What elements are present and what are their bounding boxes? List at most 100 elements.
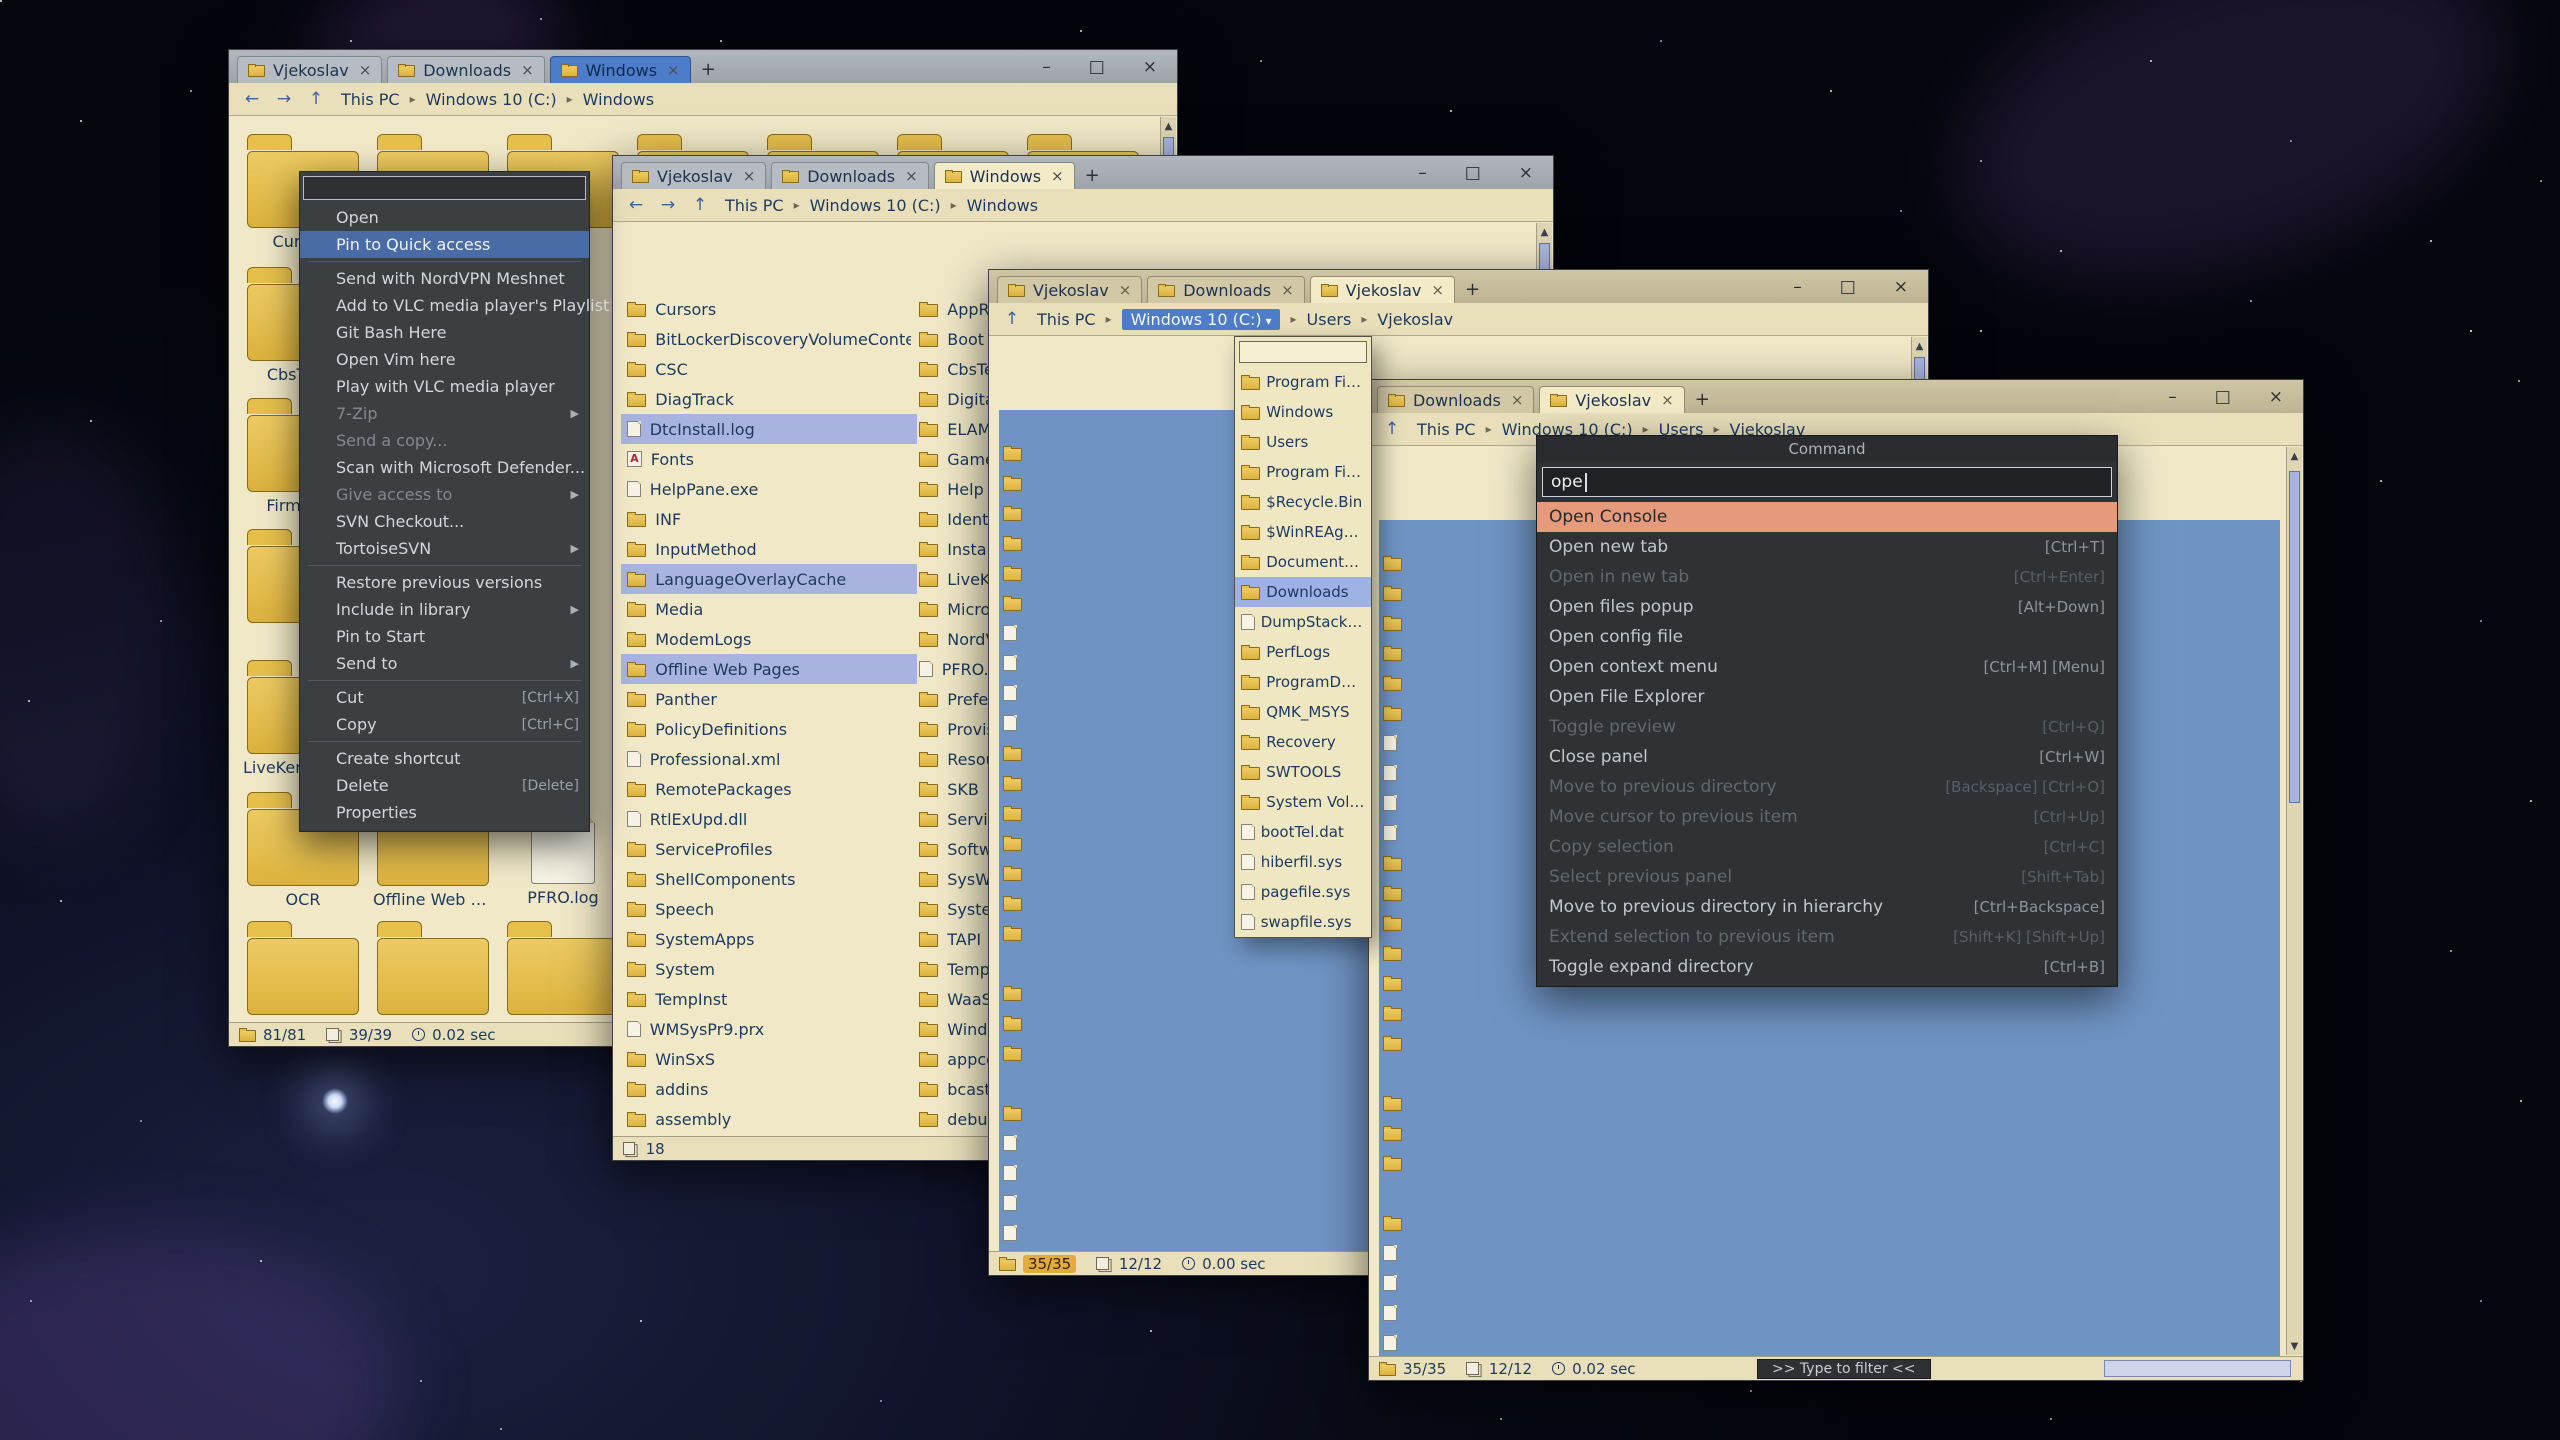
new-tab-button[interactable]: +: [691, 59, 726, 83]
file-row[interactable]: TempInst: [621, 984, 917, 1014]
menu-item[interactable]: Give access to ▶: [300, 481, 589, 508]
drive-item[interactable]: bootTel.dat: [1235, 817, 1371, 847]
tab[interactable]: Downloads ×: [1377, 386, 1534, 413]
scroll-up-icon[interactable]: ▲: [1912, 337, 1927, 355]
drive-item[interactable]: System Volume Information: [1235, 787, 1371, 817]
title-bar[interactable]: Downloads × Vjekoslav × + – □ ×: [1369, 380, 2303, 413]
menu-item[interactable]: Send a copy...: [300, 427, 589, 454]
maximize-button[interactable]: □: [1840, 277, 1856, 297]
tab-close-icon[interactable]: ×: [1511, 391, 1524, 409]
drive-item[interactable]: Users: [1235, 427, 1371, 457]
forward-button[interactable]: →: [655, 193, 681, 217]
file-row[interactable]: Speech: [621, 894, 917, 924]
tab[interactable]: Downloads ×: [771, 162, 928, 189]
title-bar[interactable]: Vjekoslav × Downloads × Windows × + – □ …: [613, 156, 1553, 189]
minimize-button[interactable]: –: [1042, 57, 1051, 77]
drive-item[interactable]: Recovery: [1235, 727, 1371, 757]
menu-item[interactable]: Delete [Delete]: [300, 772, 589, 799]
drive-item[interactable]: Program Files (x86): [1235, 457, 1371, 487]
palette-item[interactable]: Toggle expand directory [Ctrl+B]: [1537, 952, 2117, 982]
menu-filter-input[interactable]: [303, 176, 586, 200]
title-bar[interactable]: Vjekoslav × Downloads × Vjekoslav × + – …: [989, 270, 1928, 303]
file-row[interactable]: Offline Web Pages: [621, 654, 917, 684]
file-row[interactable]: SystemApps: [621, 924, 917, 954]
menu-item[interactable]: Add to VLC media player's Playlist: [300, 292, 589, 319]
tab[interactable]: Windows ×: [934, 162, 1075, 189]
file-row[interactable]: WMSysPr9.prx: [621, 1014, 917, 1044]
tab[interactable]: Vjekoslav ×: [621, 162, 766, 189]
file-row[interactable]: INF: [621, 504, 917, 534]
drive-item[interactable]: swapfile.sys: [1235, 907, 1371, 937]
filter-input[interactable]: >> Type to filter <<: [1757, 1359, 1931, 1379]
drive-item[interactable]: PerfLogs: [1235, 637, 1371, 667]
file-row[interactable]: WinSxS: [621, 1044, 917, 1074]
dropdown-filter-input[interactable]: [1239, 341, 1367, 363]
folder-item[interactable]: PrintDialog: [501, 919, 625, 1022]
breadcrumb-segment[interactable]: Windows: [583, 90, 654, 109]
palette-item[interactable]: Open Console: [1537, 502, 2117, 532]
tab[interactable]: Vjekoslav ×: [997, 276, 1142, 303]
file-row[interactable]: HelpPane.exe: [621, 474, 917, 504]
menu-item[interactable]: Open: [300, 204, 589, 231]
palette-item[interactable]: Move to previous directory in hierarchy …: [1537, 892, 2117, 922]
tab-close-icon[interactable]: ×: [359, 61, 372, 79]
menu-item[interactable]: Properties: [300, 799, 589, 826]
file-row[interactable]: BitLockerDiscoveryVolumeContents: [621, 324, 917, 354]
new-tab-button[interactable]: +: [1075, 165, 1110, 189]
scroll-up-icon[interactable]: ▲: [1161, 117, 1176, 135]
tab-close-icon[interactable]: ×: [1051, 167, 1064, 185]
forward-button[interactable]: →: [271, 87, 297, 111]
back-button[interactable]: ←: [239, 87, 265, 111]
palette-item[interactable]: Open File Explorer: [1537, 682, 2117, 712]
file-row[interactable]: assembly: [621, 1104, 917, 1134]
file-row[interactable]: RtlExUpd.dll: [621, 804, 917, 834]
scroll-up-icon[interactable]: ▲: [2287, 447, 2302, 465]
breadcrumb-segment[interactable]: Windows 10 (C:): [1122, 309, 1307, 330]
file-row[interactable]: Media: [621, 594, 917, 624]
menu-item[interactable]: 7-Zip ▶: [300, 400, 589, 427]
file-row[interactable]: Cursors: [621, 294, 917, 324]
drive-item[interactable]: SWTOOLS: [1235, 757, 1371, 787]
menu-item[interactable]: Git Bash Here: [300, 319, 589, 346]
breadcrumb-segment[interactable]: This PC: [341, 90, 426, 109]
up-button[interactable]: ↑: [687, 193, 713, 217]
menu-item[interactable]: Cut [Ctrl+X]: [300, 684, 589, 711]
drive-item[interactable]: Documents and Settings: [1235, 547, 1371, 577]
up-button[interactable]: ↑: [999, 307, 1025, 331]
menu-item[interactable]: Pin to Quick access: [300, 231, 589, 258]
breadcrumb-segment[interactable]: This PC: [1037, 310, 1122, 329]
breadcrumb-segment[interactable]: Vjekoslav: [1377, 310, 1453, 329]
menu-item[interactable]: Send to ▶: [300, 650, 589, 677]
palette-item[interactable]: Move to previous directory [Backspace] […: [1537, 772, 2117, 802]
new-tab-button[interactable]: +: [1685, 389, 1720, 413]
palette-item[interactable]: Open context menu [Ctrl+M] [Menu]: [1537, 652, 2117, 682]
file-row[interactable]: Fonts: [621, 444, 917, 474]
tab[interactable]: Vjekoslav ×: [237, 56, 382, 83]
menu-item[interactable]: Send with NordVPN Meshnet: [300, 265, 589, 292]
maximize-button[interactable]: □: [1465, 163, 1481, 183]
tab-close-icon[interactable]: ×: [521, 61, 534, 79]
menu-item[interactable]: Include in library ▶: [300, 596, 589, 623]
file-row[interactable]: LanguageOverlayCache: [621, 564, 917, 594]
file-row[interactable]: System: [621, 954, 917, 984]
tab[interactable]: Downloads ×: [387, 56, 544, 83]
menu-item[interactable]: Copy [Ctrl+C]: [300, 711, 589, 738]
close-button[interactable]: ×: [1894, 277, 1908, 297]
palette-item[interactable]: Open files popup [Alt+Down]: [1537, 592, 2117, 622]
drive-item[interactable]: hiberfil.sys: [1235, 847, 1371, 877]
drive-item[interactable]: ProgramData: [1235, 667, 1371, 697]
new-tab-button[interactable]: +: [1455, 279, 1490, 303]
file-row[interactable]: Professional.xml: [621, 744, 917, 774]
scroll-thumb[interactable]: [2289, 471, 2300, 803]
palette-item[interactable]: Copy selection [Ctrl+C]: [1537, 832, 2117, 862]
file-row[interactable]: DtcInstall.log: [621, 414, 917, 444]
file-row[interactable]: PolicyDefinitions: [621, 714, 917, 744]
menu-item[interactable]: Restore previous versions: [300, 569, 589, 596]
file-row[interactable]: CSC: [621, 354, 917, 384]
drive-item[interactable]: DumpStack.log.tmp: [1235, 607, 1371, 637]
drive-item[interactable]: Downloads: [1235, 577, 1371, 607]
file-row[interactable]: ModemLogs: [621, 624, 917, 654]
close-button[interactable]: ×: [1519, 163, 1533, 183]
up-button[interactable]: ↑: [303, 87, 329, 111]
tab-close-icon[interactable]: ×: [1281, 281, 1294, 299]
